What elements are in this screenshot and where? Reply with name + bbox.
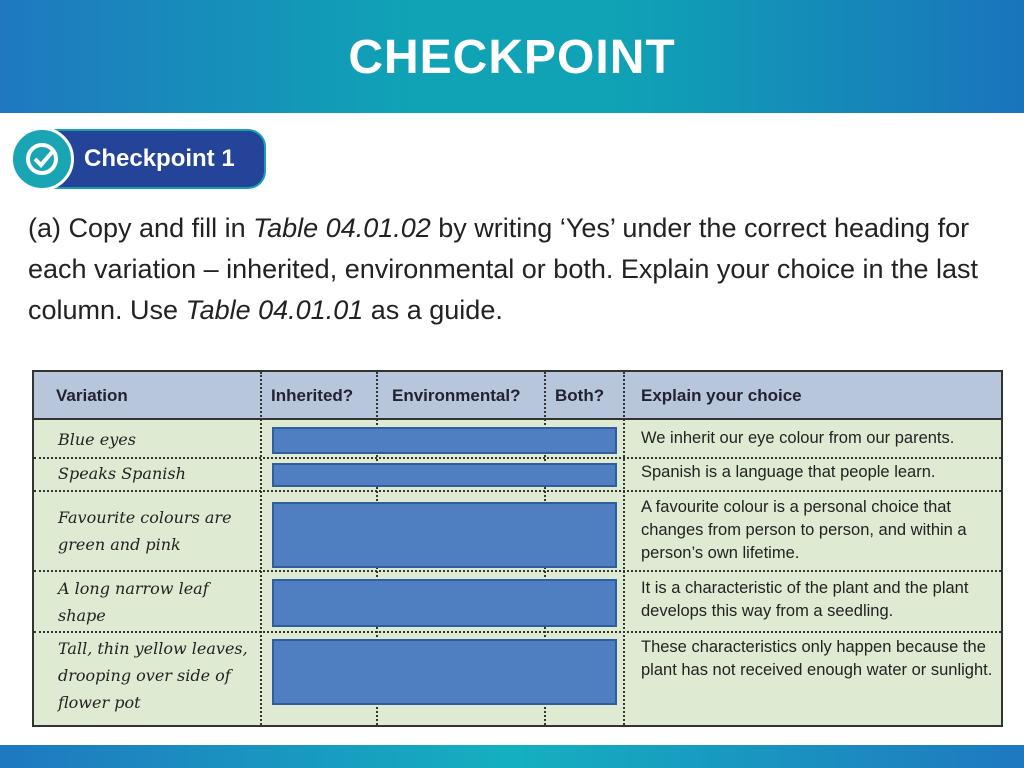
table-row-explain: It is a characteristic of the plant and … <box>641 579 969 620</box>
badge-label: Checkpoint 1 <box>84 145 235 172</box>
header-environmental: Environmental? <box>392 386 521 405</box>
table-row-variation: Speaks Spanish <box>58 464 186 483</box>
answer-box[interactable] <box>272 579 617 627</box>
header-variation: Variation <box>56 386 128 405</box>
table-row-explain: Spanish is a language that people learn. <box>641 463 936 481</box>
variation-table: Variation Inherited? Environmental? Both… <box>32 370 1003 727</box>
table-row-variation: A long narrow leaf shape <box>58 579 209 625</box>
answer-box[interactable] <box>272 463 617 487</box>
question-text: (a) Copy and fill in Table 04.01.02 by w… <box>28 213 979 325</box>
answer-box[interactable] <box>272 502 617 568</box>
answer-box[interactable] <box>272 639 617 705</box>
header-banner: CHECKPOINT <box>0 0 1024 113</box>
checkpoint-badge: Checkpoint 1 <box>10 127 267 191</box>
table-row-explain: We inherit our eye colour from our paren… <box>641 429 955 447</box>
check-circle-icon <box>10 127 74 191</box>
table-row-variation: Tall, thin yellow leaves, drooping over … <box>58 639 248 712</box>
table-header-row: Variation Inherited? Environmental? Both… <box>34 372 1001 420</box>
header-inherited: Inherited? <box>271 386 354 405</box>
header-explain: Explain your choice <box>641 386 802 405</box>
header-both: Both? <box>555 386 605 405</box>
table-row-variation: Blue eyes <box>58 430 136 449</box>
answer-box[interactable] <box>272 427 617 454</box>
footer-bar <box>0 745 1024 768</box>
page-title: CHECKPOINT <box>348 31 676 84</box>
table-row-explain: These characteristics only happen becaus… <box>641 638 993 679</box>
table-row-explain: A favourite colour is a personal choice … <box>641 498 967 562</box>
table-row-variation: Favourite colours are green and pink <box>58 508 232 554</box>
